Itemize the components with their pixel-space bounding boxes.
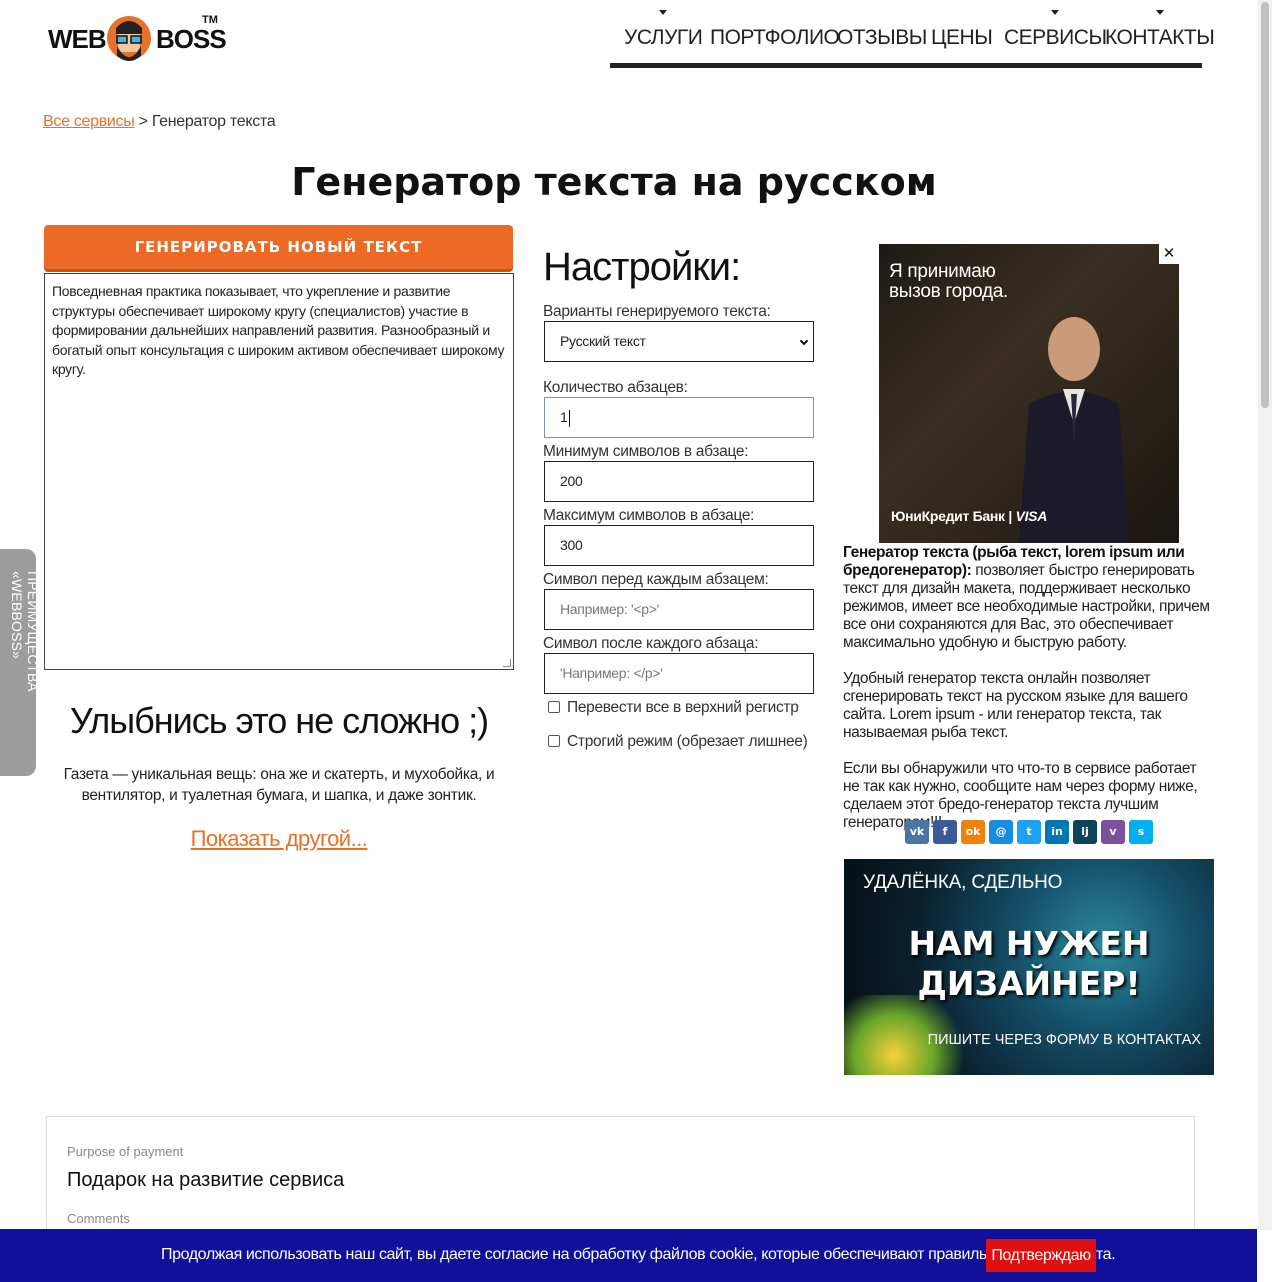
moimir-icon[interactable]: @: [989, 820, 1013, 844]
input-placeholder: 'Например: </p>': [560, 665, 663, 681]
vk-icon[interactable]: vk: [905, 820, 929, 844]
description-paragraph: Генератор текста (рыба текст, lorem ipsu…: [843, 544, 1215, 652]
before-symbol-label: Символ перед каждым абзацем:: [543, 571, 769, 588]
side-tab-label: ПРЕИМУЩЕСТВА «WEBBOSS»: [9, 571, 41, 692]
paragraphs-input[interactable]: 1: [544, 397, 814, 438]
max-chars-input[interactable]: 300: [544, 525, 814, 566]
input-placeholder: Например: '<p>': [560, 601, 660, 617]
nav-item-reviews[interactable]: ОТЗЫВЫ: [837, 26, 927, 50]
smile-title: Улыбнись это не сложно ;): [69, 700, 489, 741]
banner-headline-line: ДИЗАЙНЕР!: [917, 964, 1141, 1003]
nav-item-services[interactable]: УСЛУГИ: [624, 10, 703, 50]
page-scrollbar[interactable]: [1258, 0, 1272, 1230]
livejournal-icon[interactable]: lj: [1073, 820, 1097, 844]
ad-headline-line: вызов города.: [889, 281, 1009, 302]
nav-item-prices[interactable]: ЦЕНЫ: [931, 26, 993, 50]
ad-headline-line: Я принимаю: [889, 261, 996, 282]
generated-text: Повседневная практика показывает, что ук…: [52, 283, 505, 377]
nav-label: ЦЕНЫ: [931, 26, 993, 49]
banner-headline: НАМ НУЖЕН ДИЗАЙНЕР!: [844, 924, 1214, 1004]
nav-label: УСЛУГИ: [624, 26, 703, 49]
chevron-down-icon: [659, 10, 668, 15]
max-chars-label: Максимум символов в абзаце:: [543, 507, 755, 524]
min-chars-input[interactable]: 200: [544, 461, 814, 502]
nav-label: КОНТАКТЫ: [1105, 26, 1215, 49]
min-chars-label: Минимум символов в абзаце:: [543, 443, 749, 460]
checkbox-label: Строгий режим (обрезает лишнее): [567, 733, 808, 750]
advantages-side-tab[interactable]: ПРЕИМУЩЕСТВА «WEBBOSS»: [0, 549, 41, 776]
purpose-label: Purpose of payment: [67, 1144, 184, 1159]
nav-item-tools[interactable]: СЕРВИСЫ: [1004, 10, 1107, 50]
logo-word-web: WEB: [48, 24, 107, 54]
checkbox-box[interactable]: [548, 701, 560, 713]
main-nav: УСЛУГИ ПОРТФОЛИО ОТЗЫВЫ ЦЕНЫ СЕРВИСЫ КОН…: [610, 0, 1215, 68]
chevron-down-icon: [799, 336, 809, 346]
breadcrumb-separator: >: [138, 113, 148, 130]
joke-quote: Газета — уникальная вещь: она же и скате…: [63, 766, 495, 804]
chevron-down-icon: [1051, 10, 1060, 15]
strict-mode-checkbox[interactable]: Строгий режим (обрезает лишнее): [548, 733, 808, 751]
logo-trademark: TM: [202, 14, 218, 26]
text-cursor: [568, 409, 570, 427]
generate-button[interactable]: ГЕНЕРИРОВАТЬ НОВЫЙ ТЕКСТ: [44, 225, 513, 269]
chevron-down-icon: [1155, 10, 1164, 15]
bank-name: ЮниКредит Банк: [891, 508, 1005, 524]
uppercase-checkbox[interactable]: Перевести все в верхний регистр: [548, 699, 799, 717]
before-symbol-input[interactable]: Например: '<p>': [544, 589, 814, 630]
checkbox-box[interactable]: [548, 735, 560, 747]
banner-bottom-text: ПИШИТЕ ЧЕРЕЗ ФОРМУ В КОНТАКТАХ: [927, 1032, 1201, 1048]
visa-logo: VISA: [1015, 508, 1048, 524]
service-description: Генератор текста (рыба текст, lorem ipsu…: [843, 544, 1215, 850]
scrollbar-thumb[interactable]: [1261, 2, 1269, 408]
site-logo[interactable]: WEB BOSS TM: [48, 10, 227, 66]
resize-grip-icon[interactable]: [503, 659, 511, 667]
breadcrumb: Все сервисы > Генератор текста: [43, 113, 276, 131]
nav-label: ОТЗЫВЫ: [837, 26, 927, 49]
designer-wanted-banner[interactable]: УДАЛЁНКА, СДЕЛЬНО НАМ НУЖЕН ДИЗАЙНЕР! ПИ…: [844, 859, 1214, 1075]
logo-face-icon: [107, 16, 151, 61]
nav-item-contacts[interactable]: КОНТАКТЫ: [1105, 10, 1215, 50]
viber-icon[interactable]: v: [1101, 820, 1125, 844]
comments-label: Comments: [67, 1211, 130, 1226]
linkedin-icon[interactable]: in: [1045, 820, 1069, 844]
nav-label: СЕРВИСЫ: [1004, 26, 1107, 49]
breadcrumb-link-all-services[interactable]: Все сервисы: [43, 113, 135, 130]
select-value: Русский текст: [560, 333, 646, 349]
twitter-icon[interactable]: t: [1017, 820, 1041, 844]
purpose-field[interactable]: Подарок на развитие сервиса: [67, 1169, 344, 1192]
variant-label: Варианты генерируемого текста:: [543, 303, 771, 320]
facebook-icon[interactable]: f: [933, 820, 957, 844]
banner-top-text: УДАЛЁНКА, СДЕЛЬНО: [863, 872, 1063, 893]
cookie-message: Продолжая использовать наш сайт, вы дает…: [161, 1246, 1116, 1263]
after-symbol-label: Символ после каждого абзаца:: [543, 635, 759, 652]
bank-ad-banner[interactable]: Я принимаю вызов города. ✕ ЮниКредит Бан…: [879, 244, 1179, 543]
ad-close-icon[interactable]: ✕: [1159, 244, 1179, 264]
generated-text-area[interactable]: Повседневная практика показывает, что ук…: [44, 273, 514, 670]
input-value: 200: [560, 473, 583, 489]
cookie-accept-button[interactable]: Подтверждаю: [986, 1239, 1096, 1272]
nav-label: ПОРТФОЛИО: [710, 26, 840, 49]
brand-divider: |: [1008, 508, 1012, 524]
input-value: 300: [560, 537, 583, 553]
ad-headline: Я принимаю вызов города.: [889, 262, 1008, 302]
nav-item-portfolio[interactable]: ПОРТФОЛИО: [710, 26, 840, 50]
input-value: 1: [560, 409, 568, 425]
checkbox-label: Перевести все в верхний регистр: [567, 699, 799, 716]
ad-man-illustration: [1019, 314, 1129, 543]
cookie-consent-bar: Продолжая использовать наш сайт, вы дает…: [0, 1229, 1257, 1282]
breadcrumb-current: Генератор текста: [151, 113, 276, 130]
description-paragraph: Удобный генератор текста онлайн позволяе…: [843, 670, 1188, 741]
odnoklassniki-icon[interactable]: ok: [961, 820, 985, 844]
logo-word-boss: BOSS: [156, 24, 227, 54]
banner-headline-line: НАМ НУЖЕН: [908, 924, 1150, 963]
after-symbol-input[interactable]: 'Например: </p>': [544, 653, 814, 694]
skype-icon[interactable]: s: [1129, 820, 1153, 844]
paragraphs-label: Количество абзацев:: [543, 379, 688, 396]
ad-bank-brand: ЮниКредит Банк | VISA: [891, 508, 1047, 524]
page-title: Генератор текста на русском: [291, 160, 937, 204]
settings-title: Настройки:: [543, 245, 741, 289]
text-variant-select[interactable]: Русский текст: [544, 321, 814, 362]
show-another-link[interactable]: Показать другой...: [44, 826, 514, 852]
